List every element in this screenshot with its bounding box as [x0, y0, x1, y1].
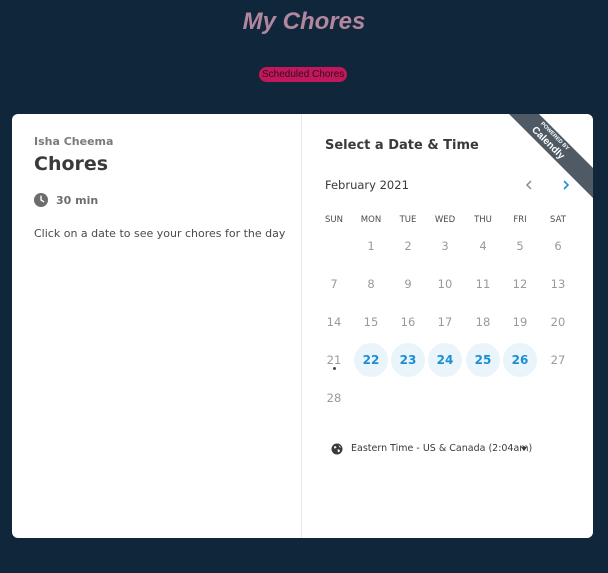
chevron-right-icon: [563, 180, 570, 190]
calendar-date-14: 14: [326, 315, 342, 329]
select-date-heading: Select a Date & Time: [325, 138, 479, 153]
calendar-date-6: 6: [554, 239, 562, 253]
event-duration: 30 min: [56, 194, 99, 207]
timezone-selector[interactable]: Eastern Time - US & Canada (2:04am): [351, 443, 532, 454]
caret-down-icon[interactable]: [521, 447, 527, 451]
powered-by-calendly-ribbon[interactable]: POWERED BY Calendly: [503, 114, 593, 204]
calendar-date-8: 8: [367, 277, 375, 291]
calendar-date-21: 21: [326, 353, 342, 367]
weekday-label: WED: [434, 215, 456, 225]
calendar-date-27: 27: [550, 353, 566, 367]
calendar-date-12: 12: [512, 277, 528, 291]
calendar-date-20: 20: [550, 315, 566, 329]
available-date-22[interactable]: 22: [354, 343, 388, 377]
available-date-23[interactable]: 23: [391, 343, 425, 377]
weekday-label: FRI: [513, 215, 527, 225]
calendar-date-1: 1: [367, 239, 375, 253]
calendar-date-19: 19: [512, 315, 528, 329]
weekday-label: THU: [474, 215, 492, 225]
calendar-date-18: 18: [475, 315, 491, 329]
calendar-date-4: 4: [479, 239, 487, 253]
next-month-button[interactable]: [558, 177, 574, 193]
panel-divider: [301, 114, 302, 538]
calendar-date-16: 16: [400, 315, 416, 329]
globe-icon: [331, 443, 343, 455]
weekday-label: SAT: [550, 215, 566, 225]
calendar-date-10: 10: [437, 277, 453, 291]
prev-month-button[interactable]: [521, 177, 537, 193]
calendar-date-11: 11: [475, 277, 491, 291]
available-date-26[interactable]: 26: [503, 343, 537, 377]
weekday-label: SUN: [325, 215, 343, 225]
calendar-date-9: 9: [404, 277, 412, 291]
available-date-24[interactable]: 24: [428, 343, 462, 377]
month-label: February 2021: [325, 178, 409, 192]
clock-icon: [34, 193, 48, 207]
event-description: Click on a date to see your chores for t…: [34, 227, 286, 240]
available-date-25[interactable]: 25: [466, 343, 500, 377]
calendar-date-17: 17: [437, 315, 453, 329]
calendar-date-2: 2: [404, 239, 412, 253]
weekday-label: MON: [360, 215, 382, 225]
app-title: My Chores: [242, 8, 366, 35]
scheduling-card: Isha Cheema Chores 30 min Click on a dat…: [12, 114, 593, 538]
chevron-left-icon: [525, 180, 532, 190]
calendar-date-3: 3: [441, 239, 449, 253]
calendar-date-15: 15: [363, 315, 379, 329]
event-name: Chores: [34, 153, 109, 175]
weekday-label: TUE: [399, 215, 417, 225]
calendar-date-7: 7: [330, 277, 338, 291]
calendar-date-28: 28: [326, 391, 342, 405]
scheduled-chores-tab[interactable]: Scheduled Chores: [259, 67, 348, 82]
calendar-date-13: 13: [550, 277, 566, 291]
calendar-date-5: 5: [516, 239, 524, 253]
host-name: Isha Cheema: [34, 135, 114, 148]
